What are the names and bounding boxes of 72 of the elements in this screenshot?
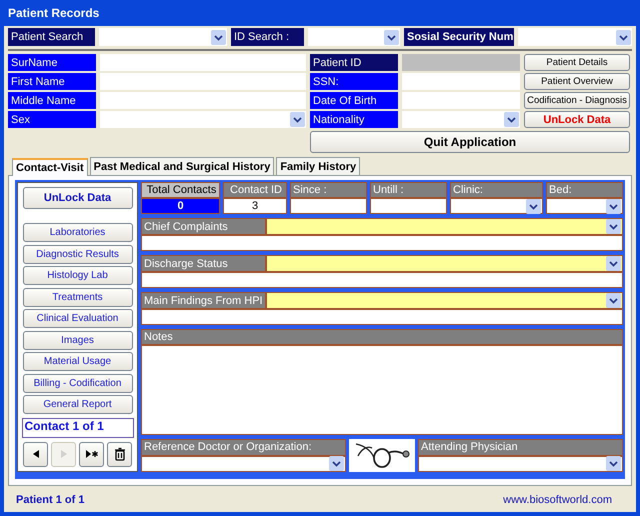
column-header: Contact ID: [223, 182, 287, 198]
dropdown-field[interactable]: [266, 292, 623, 309]
dropdown-field[interactable]: [266, 218, 623, 235]
action-button[interactable]: Patient Overview: [524, 73, 630, 90]
action-button[interactable]: Patient Details: [524, 54, 630, 71]
input-field[interactable]: [402, 92, 520, 109]
value-field: 0: [141, 198, 220, 214]
sidebar-button[interactable]: Images: [22, 330, 132, 350]
sidebar-button[interactable]: Clinical Evaluation: [22, 309, 132, 328]
sidebar-button[interactable]: Laboratories: [22, 223, 132, 242]
field-label: Middle Name: [8, 92, 96, 109]
field-label: SSN:: [310, 73, 398, 90]
value-field[interactable]: 3: [223, 198, 287, 214]
dropdown-field[interactable]: [100, 111, 306, 128]
window-title: Patient Records: [7, 6, 100, 20]
dropdown-field[interactable]: [418, 456, 623, 472]
website-link[interactable]: www.biosoftworld.com: [503, 494, 612, 506]
dropdown-field[interactable]: [266, 255, 623, 272]
quit-button[interactable]: Quit Application: [310, 131, 630, 153]
column-header: Since :: [290, 182, 367, 198]
section-label: Discharge Status: [141, 255, 266, 272]
section-label: Chief Complaints: [141, 218, 266, 235]
text-field[interactable]: [141, 235, 623, 251]
column-header: Untill :: [370, 182, 447, 198]
field-label: Nationality: [310, 111, 398, 128]
sidebar-button[interactable]: General Report: [22, 395, 132, 414]
field-label: Date Of Birth: [310, 92, 398, 109]
sidebar-button[interactable]: Diagnostic Results: [22, 244, 132, 264]
dropdown-field[interactable]: [546, 198, 623, 214]
tab[interactable]: Family History: [276, 157, 360, 175]
dropdown-field[interactable]: [450, 198, 543, 214]
input-field[interactable]: [100, 73, 306, 90]
section-label: Main Findings From HPI: [141, 292, 266, 309]
delete-button[interactable]: [107, 442, 132, 466]
text-field[interactable]: [141, 272, 623, 288]
input-field[interactable]: [100, 92, 306, 109]
sidebar-button[interactable]: Histology Lab: [22, 266, 132, 285]
sidebar-button[interactable]: Billing - Codification: [22, 374, 132, 392]
unlock-button[interactable]: UnLock Data: [22, 187, 132, 209]
dropdown-field[interactable]: [402, 111, 520, 128]
field-label: Patient ID: [310, 54, 398, 71]
tab[interactable]: Contact-Visit: [12, 158, 88, 176]
sidebar-button[interactable]: Treatments: [22, 288, 132, 306]
input-field[interactable]: [402, 73, 520, 90]
action-button[interactable]: Codification - Diagnosis: [524, 92, 630, 109]
tab[interactable]: Past Medical and Surgical History: [90, 157, 274, 175]
new-button[interactable]: [79, 442, 104, 466]
notes-field[interactable]: [141, 345, 623, 434]
unlock-button[interactable]: UnLock Data: [524, 111, 630, 128]
record-counter: Contact 1 of 1: [22, 418, 134, 438]
input-field[interactable]: [100, 54, 306, 71]
field-label: First Name: [8, 73, 96, 90]
field-label: Sex: [8, 111, 96, 128]
previous-button[interactable]: [23, 442, 48, 466]
column-header: Clinic:: [450, 182, 543, 198]
field-label: Reference Doctor or Organization:: [141, 438, 346, 456]
trash-icon: [112, 447, 126, 461]
dropdown-field[interactable]: [141, 456, 346, 472]
column-header: Bed:: [546, 182, 623, 198]
new-record-icon: [84, 447, 98, 461]
column-header: Total Contacts: [141, 182, 220, 198]
input-field[interactable]: [290, 198, 367, 214]
search-label: ID Search :: [231, 28, 304, 46]
search-label: Patient Search: [8, 28, 95, 46]
text-field[interactable]: [141, 309, 623, 325]
field-label: SurName: [8, 54, 96, 71]
field-label: Attending Physician: [418, 438, 623, 456]
search-label: Sosial Security Num: [404, 28, 514, 46]
sidebar-button[interactable]: Material Usage: [22, 352, 132, 371]
record-counter: Patient 1 of 1: [16, 494, 84, 506]
input-field[interactable]: [370, 198, 447, 214]
section-label: Notes: [141, 329, 623, 345]
